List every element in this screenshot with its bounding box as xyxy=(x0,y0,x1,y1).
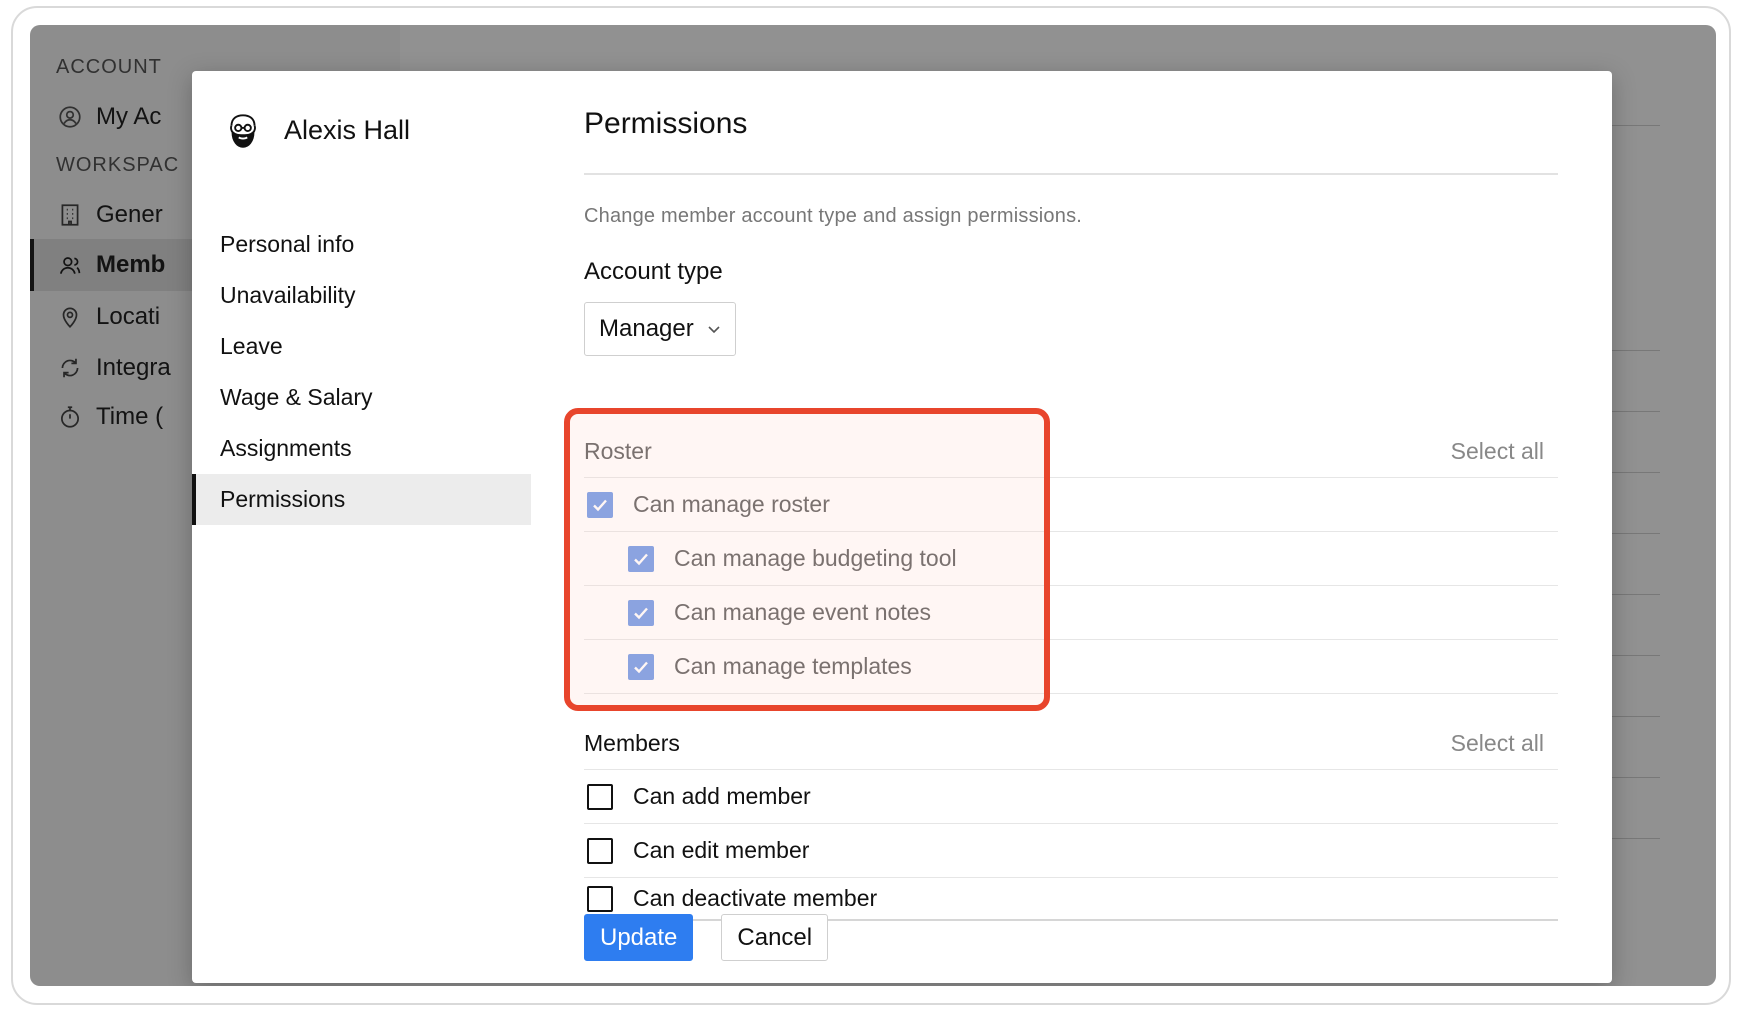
roster-select-all-link[interactable]: Select all xyxy=(1451,438,1544,465)
checkbox-deactivate-member[interactable] xyxy=(587,885,613,912)
checkbox-manage-templates[interactable] xyxy=(628,653,654,680)
account-type-value: Manager xyxy=(599,315,694,342)
chevron-down-icon xyxy=(708,326,720,334)
permission-label: Can add member xyxy=(633,783,811,809)
member-settings-nav: Personal info Unavailability Leave Wage … xyxy=(192,219,531,525)
members-group-header: Members Select all xyxy=(584,718,1558,770)
nav-item-assignments[interactable]: Assignments xyxy=(192,423,531,474)
nav-item-permissions[interactable]: Permissions xyxy=(192,474,531,525)
members-select-all-link[interactable]: Select all xyxy=(1451,730,1544,757)
bearded-avatar-icon xyxy=(220,107,266,153)
members-permission-group: Members Select all Can add member Can ed… xyxy=(584,718,1558,921)
checkbox-add-member[interactable] xyxy=(587,783,613,810)
title-divider xyxy=(584,173,1558,175)
member-settings-modal: Alexis Hall Personal info Unavailability… xyxy=(192,71,1612,983)
permissions-panel: Permissions Change member account type a… xyxy=(564,107,1558,921)
app-background: ACCOUNT My Ac WORKSPAC Gener Memb Locati… xyxy=(30,25,1716,986)
nav-item-wage-salary[interactable]: Wage & Salary xyxy=(192,372,531,423)
permission-row-manage-event-notes[interactable]: Can manage event notes xyxy=(584,586,1558,640)
page-title: Permissions xyxy=(584,107,748,140)
checkbox-manage-budgeting-tool[interactable] xyxy=(628,545,654,572)
page-subtitle: Change member account type and assign pe… xyxy=(584,205,1083,227)
modal-actions: Update Cancel xyxy=(584,914,829,961)
update-button[interactable]: Update xyxy=(584,914,694,961)
checkbox-edit-member[interactable] xyxy=(587,837,613,864)
checkmark-icon xyxy=(634,607,648,619)
permission-row-manage-roster[interactable]: Can manage roster xyxy=(584,478,1558,532)
checkbox-manage-event-notes[interactable] xyxy=(628,599,654,626)
permission-label: Can deactivate member xyxy=(633,885,878,911)
nav-item-personal-info[interactable]: Personal info xyxy=(192,219,531,270)
checkmark-icon xyxy=(634,661,648,673)
account-type-label: Account type xyxy=(584,258,723,285)
roster-group-header: Roster Select all xyxy=(584,426,1558,478)
permission-row-manage-templates[interactable]: Can manage templates xyxy=(584,640,1558,694)
nav-item-leave[interactable]: Leave xyxy=(192,321,531,372)
checkbox-manage-roster[interactable] xyxy=(587,491,613,518)
permission-label: Can manage event notes xyxy=(674,599,932,625)
cancel-button[interactable]: Cancel xyxy=(721,914,829,961)
permission-label: Can manage templates xyxy=(674,653,912,679)
members-group-title: Members xyxy=(584,730,680,756)
roster-group-title: Roster xyxy=(584,438,652,464)
checkmark-icon xyxy=(634,553,648,565)
permission-label: Can manage budgeting tool xyxy=(674,545,957,571)
permission-label: Can manage roster xyxy=(633,491,830,517)
permission-label: Can edit member xyxy=(633,837,810,863)
permission-row-edit-member[interactable]: Can edit member xyxy=(584,824,1558,878)
permission-row-manage-budgeting-tool[interactable]: Can manage budgeting tool xyxy=(584,532,1558,586)
member-name: Alexis Hall xyxy=(284,114,411,145)
member-profile: Alexis Hall xyxy=(220,107,410,153)
roster-permission-group: Roster Select all Can manage roster Can … xyxy=(564,408,1558,711)
nav-item-unavailability[interactable]: Unavailability xyxy=(192,270,531,321)
window-frame: ACCOUNT My Ac WORKSPAC Gener Memb Locati… xyxy=(11,6,1731,1005)
checkmark-icon xyxy=(593,499,607,511)
permission-row-add-member[interactable]: Can add member xyxy=(584,770,1558,824)
account-type-select[interactable]: Manager xyxy=(584,302,736,356)
